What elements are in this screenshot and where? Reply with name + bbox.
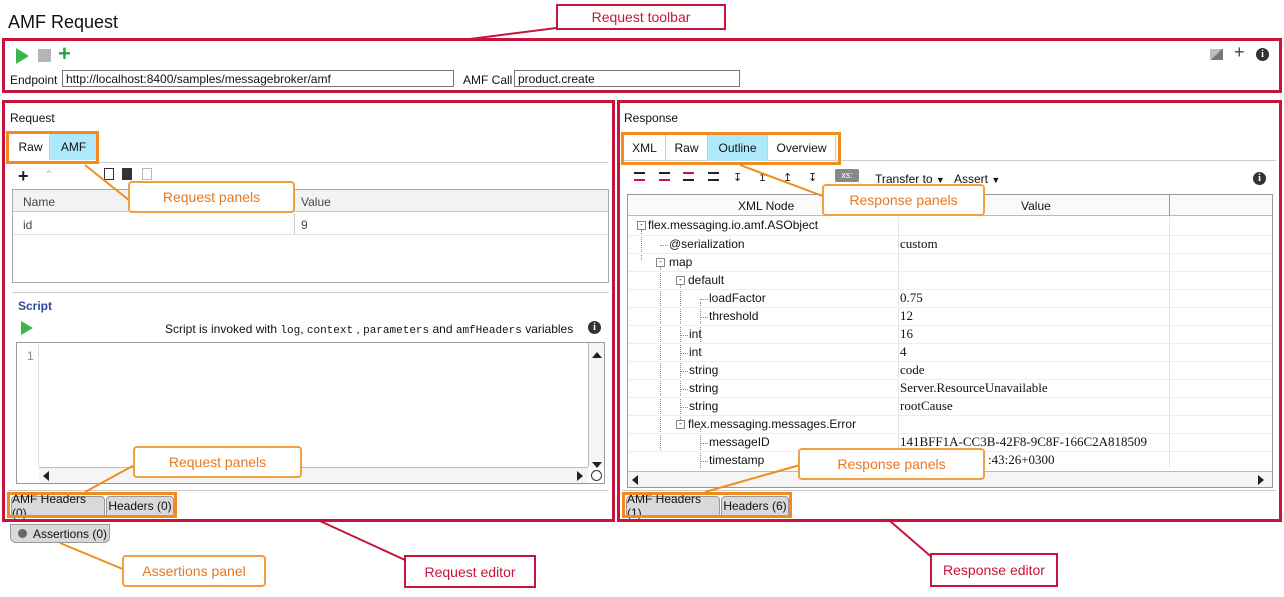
response-tabs-frame <box>621 132 841 165</box>
response-bottom-tabs-frame <box>622 492 792 518</box>
callout-response-panels-top: Response panels <box>822 184 985 216</box>
callout-request-editor: Request editor <box>404 555 536 588</box>
callout-response-panels-bottom: Response panels <box>798 448 985 480</box>
connector-request-editor <box>319 520 406 561</box>
callout-request-toolbar: Request toolbar <box>556 4 726 30</box>
toolbar-frame <box>2 38 1282 93</box>
request-bottom-tabs-frame <box>7 492 177 518</box>
assertions-label: Assertions (0) <box>33 526 108 541</box>
connector-response-editor <box>889 520 936 561</box>
assertion-status-icon <box>18 529 27 538</box>
request-tabs-frame <box>6 131 99 164</box>
callout-request-panels-bottom: Request panels <box>133 446 302 478</box>
callout-assertions-panel: Assertions panel <box>122 555 266 587</box>
assertions-tab[interactable]: Assertions (0) <box>10 524 110 543</box>
page-title: AMF Request <box>8 12 119 32</box>
callout-request-panels-top: Request panels <box>128 181 295 213</box>
connector-assertions <box>59 542 126 571</box>
callout-response-editor: Response editor <box>930 553 1058 587</box>
